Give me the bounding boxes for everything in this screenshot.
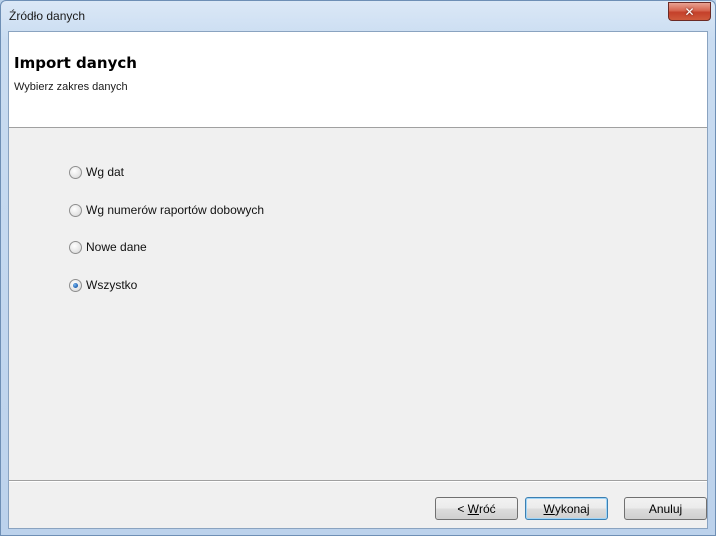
back-mnemonic: W <box>467 501 479 516</box>
option-new-data[interactable]: Nowe dane <box>69 239 329 255</box>
option-label: Wg dat <box>86 165 125 179</box>
radio-by-dates[interactable] <box>69 165 82 179</box>
option-label: Nowe dane <box>86 240 147 254</box>
execute-label-rest: ykonaj <box>554 501 590 516</box>
back-label-rest: róć <box>479 501 496 516</box>
title-bar[interactable]: Źródło danych ✕ <box>1 1 715 31</box>
window-title: Źródło danych <box>9 9 86 23</box>
back-label-prefix: < <box>457 501 468 516</box>
option-all[interactable]: Wszystko <box>69 277 329 293</box>
radio-new-data[interactable] <box>69 240 82 254</box>
execute-mnemonic: W <box>543 501 555 516</box>
option-by-report-numbers[interactable]: Wg numerów raportów dobowych <box>69 202 329 218</box>
dialog-content: Import danych Wybierz zakres danych Wg d… <box>8 31 708 529</box>
option-label: Wg numerów raportów dobowych <box>86 203 265 217</box>
close-button[interactable]: ✕ <box>668 2 711 21</box>
page-title: Import danych <box>14 54 137 72</box>
page-subtitle: Wybierz zakres danych <box>14 81 128 93</box>
close-icon: ✕ <box>684 4 695 19</box>
radio-by-report-numbers[interactable] <box>69 203 82 217</box>
cancel-label: Anuluj <box>648 501 683 516</box>
radio-all[interactable] <box>69 278 82 292</box>
wizard-header: Import danych Wybierz zakres danych <box>9 32 707 128</box>
footer-divider <box>9 480 707 481</box>
back-button[interactable]: < Wróć <box>435 497 518 520</box>
cancel-button[interactable]: Anuluj <box>624 497 707 520</box>
option-label: Wszystko <box>86 278 138 292</box>
execute-button[interactable]: Wykonaj <box>525 497 608 520</box>
dialog-window: Źródło danych ✕ Import danych Wybierz za… <box>0 0 716 536</box>
option-by-dates[interactable]: Wg dat <box>69 164 329 180</box>
